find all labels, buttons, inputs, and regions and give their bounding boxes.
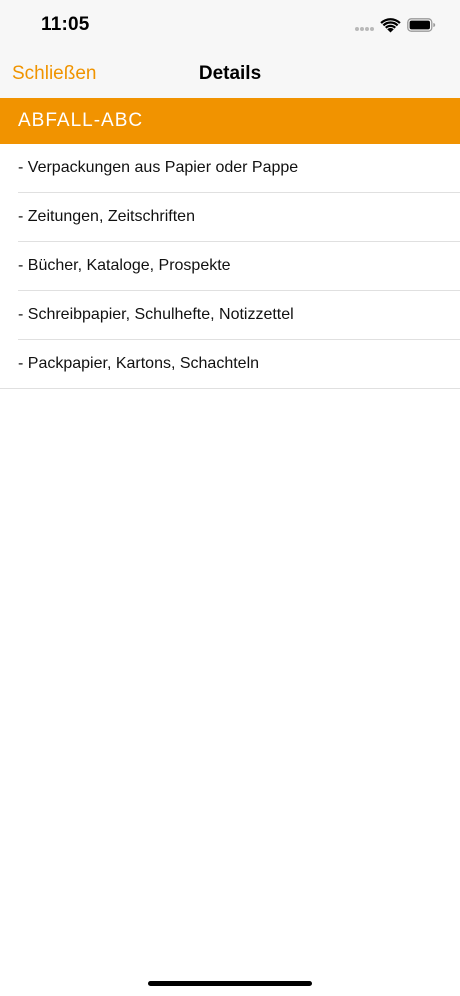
status-bar: 11:05 [0,0,460,50]
page-title: Details [198,63,262,84]
list-item: - Bücher, Kataloge, Prospekte [0,242,460,291]
list-item-label: - Zeitungen, Zeitschriften [18,208,195,225]
home-indicator[interactable] [148,981,312,986]
list-item-label: - Packpapier, Kartons, Schachteln [18,355,260,372]
battery-icon [407,18,436,32]
list-item: - Schreibpapier, Schulhefte, Notizzettel [0,291,460,340]
signal-dots-icon [355,26,375,32]
section-header: ABFALL-ABC [0,98,460,144]
list-item-label: - Schreibpapier, Schulhefte, Notizzettel [18,306,294,323]
list-item: - Packpapier, Kartons, Schachteln [0,340,460,389]
list-item: - Verpackungen aus Papier oder Pappe [0,144,460,193]
list-item-label: - Verpackungen aus Papier oder Pappe [18,159,299,176]
list-item-label: - Bücher, Kataloge, Prospekte [18,257,231,274]
item-list: - Verpackungen aus Papier oder Pappe - Z… [0,144,460,389]
separator [0,388,460,389]
section-header-title: ABFALL-ABC [18,110,144,131]
list-item: - Zeitungen, Zeitschriften [0,193,460,242]
status-time: 11:05 [41,14,90,35]
navigation-bar: Schließen Details [0,50,460,98]
wifi-icon [380,18,401,33]
